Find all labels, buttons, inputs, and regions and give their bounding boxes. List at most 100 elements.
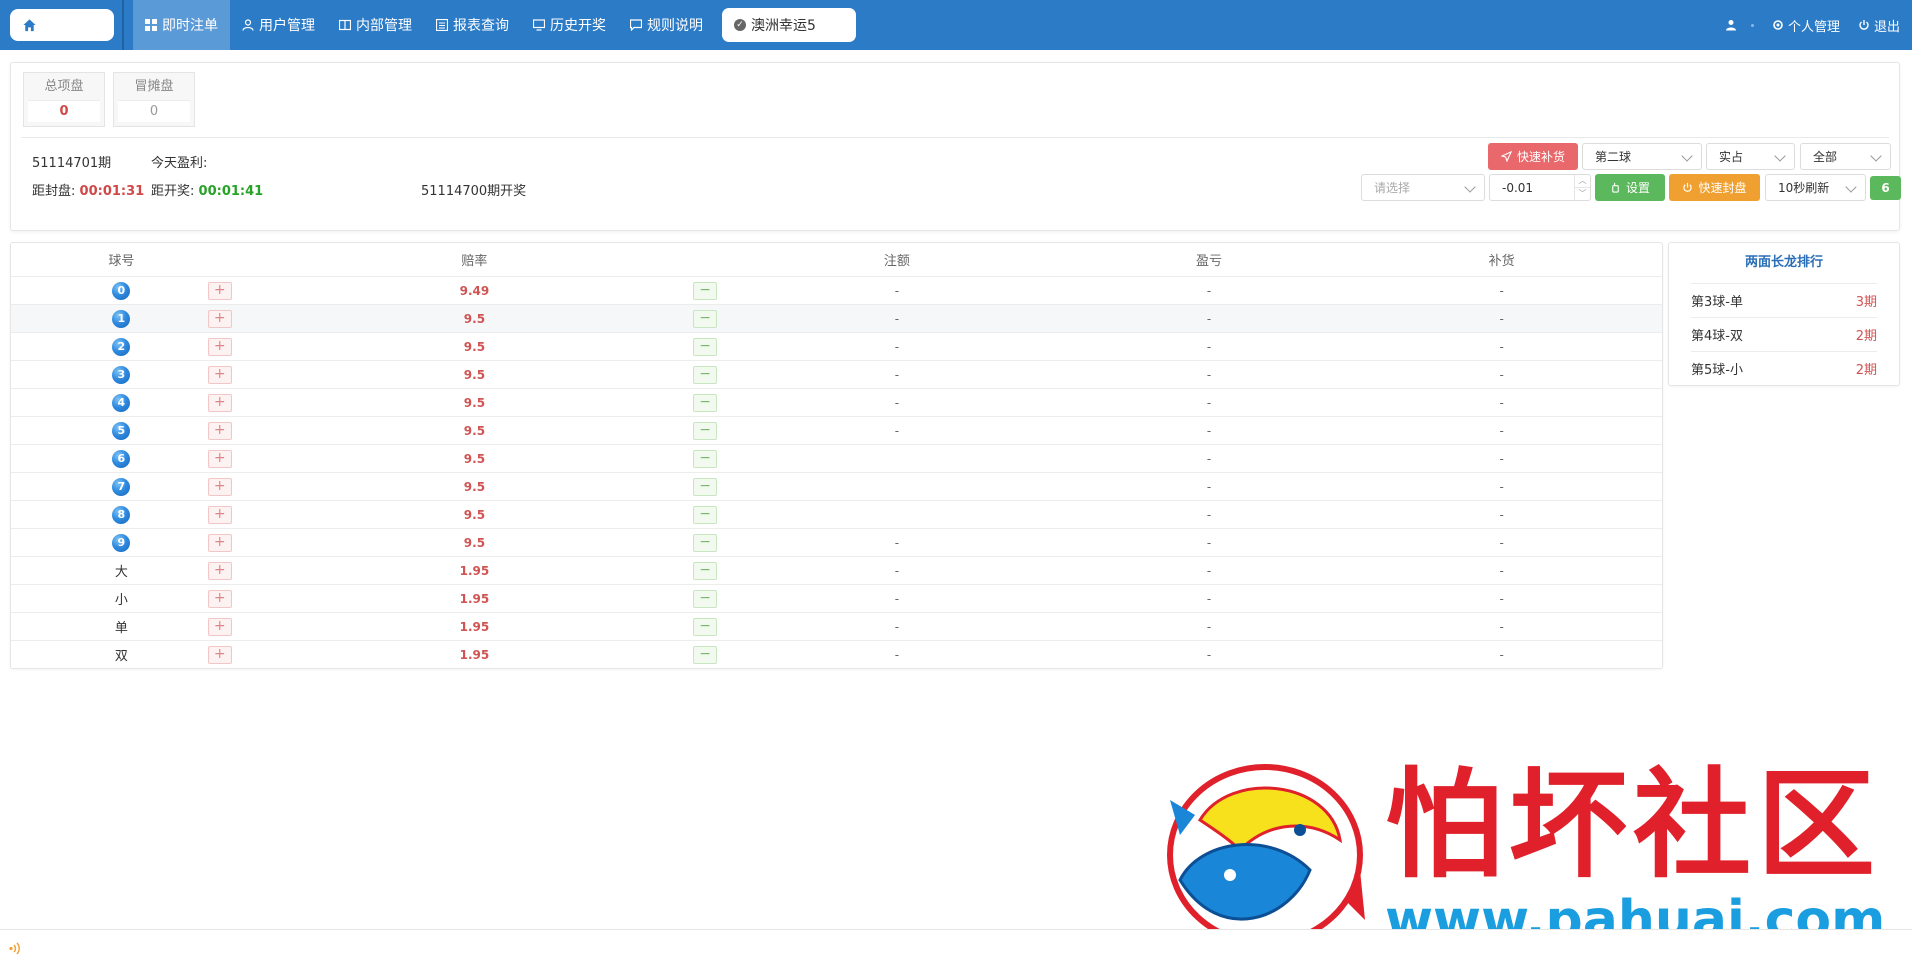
odds-value[interactable]: 1.95 [460,648,490,662]
decrease-odds-button[interactable]: − [693,309,718,328]
main-nav: 即时注单 用户管理 内部管理 报表查询 历史开奖 规则说明 [133,0,715,50]
monitor-icon [533,19,545,31]
decrease-odds-button[interactable]: − [693,645,718,664]
odds-value[interactable]: 1.95 [460,592,490,606]
nav-item-0[interactable]: 即时注单 [133,0,230,50]
table-row: 小 +1.95− - - - [11,584,1662,612]
decrease-odds-button[interactable]: − [693,281,718,300]
decrease-odds-button[interactable]: − [693,561,718,580]
increase-odds-button[interactable]: + [207,589,232,608]
fish-logo-icon [1167,764,1365,946]
decrease-odds-button[interactable]: − [693,617,718,636]
odds-cell: 9.5 − [232,309,718,328]
nav-item-5[interactable]: 规则说明 [618,0,715,50]
odds-value[interactable]: 1.95 [460,564,490,578]
odds-table: 球号 赔率 注额 盈亏 补货 0 +9.49− - - -1 +9.5− - - -2 +9.5−… [10,242,1663,669]
table-row: 8 +9.5− - - [11,500,1662,528]
decrease-odds-button[interactable]: − [693,421,718,440]
game-tab-selected[interactable]: ✓ 澳洲幸运5 [722,8,856,42]
increase-odds-button[interactable]: + [207,281,232,300]
nav-item-4[interactable]: 历史开奖 [521,0,618,50]
odds-step-input[interactable] [1490,175,1560,200]
increase-odds-button[interactable]: + [207,337,232,356]
gear-icon [1773,20,1783,30]
increase-odds-button[interactable]: + [207,421,232,440]
increase-odds-button[interactable]: + [207,393,232,412]
odds-step-stepper[interactable]: ︿ ﹀ [1489,174,1591,201]
bet-amount-cell: - [894,339,900,354]
increase-odds-button[interactable]: + [207,617,232,636]
ranking-item: 第5球-小 2期 [1691,351,1877,385]
secondary-card: 冒摊盘 0 [113,72,195,127]
increase-odds-button[interactable]: + [207,477,232,496]
odds-value[interactable]: 9.5 [464,340,485,354]
quick-close-button[interactable]: 快速封盘 [1669,174,1760,201]
supply-cell: - [1499,451,1504,466]
refresh-countdown-badge[interactable]: 6 [1870,176,1901,200]
odds-value[interactable]: 9.5 [464,536,485,550]
odds-value[interactable]: 9.49 [460,284,490,298]
decrease-odds-button[interactable]: − [693,365,718,384]
odds-value[interactable]: 1.95 [460,620,490,634]
profit-loss-cell: - [1206,367,1212,382]
logout-link[interactable]: 退出 [1858,16,1900,35]
nav-item-2[interactable]: 内部管理 [327,0,424,50]
table-row: 单 +1.95− - - - [11,612,1662,640]
increase-odds-button[interactable]: + [207,645,232,664]
decrease-odds-button[interactable]: − [693,533,718,552]
stepper-up-arrow[interactable]: ︿ [1575,175,1590,187]
odds-value[interactable]: 9.5 [464,396,485,410]
increase-odds-button[interactable]: + [207,365,232,384]
chevron-down-icon [1464,181,1476,193]
increase-odds-button[interactable]: + [207,561,232,580]
ball-select[interactable]: 第二球 [1582,143,1702,170]
broadcast-icon[interactable] [8,941,23,956]
ball-select-value: 第二球 [1595,150,1632,164]
refresh-interval-select[interactable]: 10秒刷新 [1765,174,1866,201]
bet-amount-cell: - [894,423,900,438]
ball-cell: 7 + [11,477,232,496]
mode-select[interactable]: 实占 [1706,143,1795,170]
odds-value[interactable]: 9.5 [464,312,485,326]
ball-number: 1 [112,309,131,328]
odds-cell: 9.5 − [232,365,718,384]
increase-odds-button[interactable]: + [207,505,232,524]
quick-supply-button[interactable]: 快速补货 [1488,143,1578,170]
chevron-down-icon [1845,181,1857,193]
user-account-menu[interactable] [1725,19,1754,31]
hand-icon [1612,182,1619,193]
odds-value[interactable]: 9.5 [464,508,485,522]
decrease-odds-button[interactable]: − [693,449,718,468]
odds-cell: 9.49 − [232,281,718,300]
separator-dot [1750,23,1754,27]
profit-loss-cell: - [1206,479,1212,494]
choose-select[interactable]: 请选择 [1361,174,1485,201]
personal-management-link[interactable]: 个人管理 [1772,16,1840,35]
bet-amount-cell: - [894,535,900,550]
home-button[interactable] [10,9,114,41]
ranking-item-count: 3期 [1855,295,1877,310]
decrease-odds-button[interactable]: − [693,477,718,496]
increase-odds-button[interactable]: + [207,309,232,328]
nav-item-3[interactable]: 报表查询 [424,0,521,50]
increase-odds-button[interactable]: + [207,533,232,552]
odds-value[interactable]: 9.5 [464,452,485,466]
scope-select[interactable]: 全部 [1800,143,1891,170]
ranking-item: 第4球-双 2期 [1691,317,1877,351]
odds-value[interactable]: 9.5 [464,480,485,494]
ball-number: 9 [112,533,131,552]
set-button[interactable]: 设置 [1595,174,1665,201]
odds-value[interactable]: 9.5 [464,368,485,382]
increase-odds-button[interactable]: + [207,449,232,468]
decrease-odds-button[interactable]: − [693,393,718,412]
decrease-odds-button[interactable]: − [693,505,718,524]
last-draw-link[interactable]: 51114700期开奖 [421,180,526,199]
decrease-odds-button[interactable]: − [693,589,718,608]
decrease-odds-button[interactable]: − [693,337,718,356]
quick-close-label: 快速封盘 [1698,181,1747,195]
stepper-down-arrow[interactable]: ﹀ [1575,187,1590,200]
nav-item-1[interactable]: 用户管理 [230,0,327,50]
ball-cell: 大 + [11,561,232,580]
odds-value[interactable]: 9.5 [464,424,485,438]
chevron-down-icon [1774,150,1786,162]
